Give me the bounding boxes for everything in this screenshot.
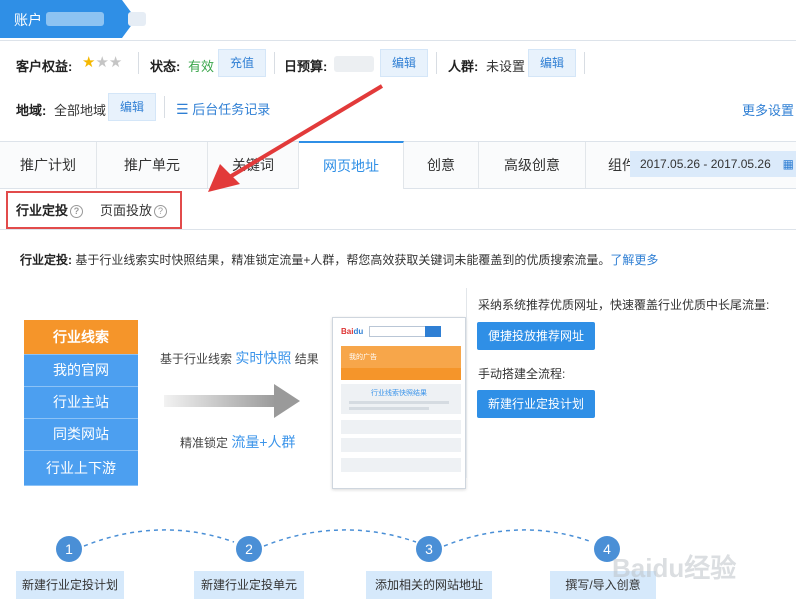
annotation-arrow-icon: [208, 84, 384, 192]
mock-result-block: [341, 438, 461, 452]
divider: [436, 52, 437, 74]
step-label: 添加相关的网站地址: [366, 571, 492, 599]
list-icon: ☰: [176, 101, 189, 117]
status-label: 状态:: [150, 59, 181, 74]
step-number: 3: [416, 536, 442, 562]
more-settings-link[interactable]: 更多设置: [742, 100, 794, 119]
help-icon[interactable]: ?: [70, 205, 84, 218]
search-result-mockup: Baidu 我的广告 行业线索快照结果: [332, 317, 466, 489]
step-number: 2: [236, 536, 262, 562]
account-extra-blurred: [128, 12, 146, 26]
divider: [164, 96, 165, 118]
account-label: 账户: [14, 12, 42, 28]
description: 行业定投: 基于行业线索实时快照结果，精准锁定流量+人群，帮您高效获取关键词未能…: [20, 251, 658, 268]
divider: [0, 40, 796, 41]
crowd-label: 人群:: [448, 59, 479, 74]
region-label: 地域:: [16, 103, 47, 118]
region-edit-button[interactable]: 编辑: [108, 93, 156, 121]
industry-item: 我的官网: [24, 355, 138, 387]
calendar-icon: ▦: [782, 157, 794, 171]
tab-advanced-creative[interactable]: 高级创意: [479, 142, 586, 188]
star-icon: ★: [82, 54, 96, 71]
illustration-note-2: 精准锁定 流量+人群: [180, 434, 296, 450]
mock-result-block: [341, 420, 461, 434]
star-icon: ★: [95, 54, 109, 71]
budget-value-blurred: [334, 56, 374, 72]
rights-label: 客户权益:: [16, 59, 73, 74]
subtab-page-label: 页面投放: [100, 203, 153, 218]
subtab-page-placement[interactable]: 页面投放?: [100, 200, 168, 219]
date-range-picker[interactable]: 2017.05.26 - 2017.05.26 ▦: [630, 151, 796, 177]
account-name-blurred: [46, 12, 104, 26]
mock-ad-block: 我的广告: [341, 346, 461, 380]
crowd-edit-button[interactable]: 编辑: [528, 49, 576, 77]
mock-ad-label: 我的广告: [349, 354, 377, 361]
illustration-note-1: 基于行业线索 实时快照 结果: [160, 350, 319, 366]
mock-search-button: [425, 326, 441, 337]
tab-creative[interactable]: 创意: [404, 142, 479, 188]
crowd-value: 未设置: [486, 59, 526, 74]
recharge-button[interactable]: 充值: [218, 49, 266, 77]
industry-item: 同类网站: [24, 419, 138, 451]
account-tab[interactable]: 账户: [0, 0, 136, 38]
new-industry-plan-button[interactable]: 新建行业定投计划: [477, 390, 595, 418]
steps-connector: [83, 529, 593, 547]
arrow-right-icon: [164, 384, 300, 418]
subtab-industry-targeting[interactable]: 行业定投?: [16, 200, 84, 219]
subtab-industry-label: 行业定投: [16, 203, 69, 218]
mock-result-block: [341, 458, 461, 472]
divider: [466, 288, 467, 478]
step-number: 1: [56, 536, 82, 562]
description-term: 行业定投:: [20, 253, 72, 267]
tab-campaign[interactable]: 推广计划: [0, 142, 97, 188]
tab-adgroup[interactable]: 推广单元: [97, 142, 208, 188]
divider: [138, 52, 139, 74]
step-label: 新建行业定投计划: [16, 571, 124, 599]
mock-result-label: 行业线索快照结果: [371, 390, 427, 397]
divider: [0, 229, 796, 230]
budget-edit-button[interactable]: 编辑: [380, 49, 428, 77]
divider: [274, 52, 275, 74]
industry-item: 行业线索: [24, 320, 138, 355]
help-icon[interactable]: ?: [154, 205, 168, 218]
recommend-url-button[interactable]: 便捷投放推荐网址: [477, 322, 595, 350]
status-value: 有效: [188, 59, 215, 74]
divider: [584, 52, 585, 74]
budget-label: 日预算:: [284, 59, 328, 74]
industry-item: 行业主站: [24, 387, 138, 419]
star-icon: ★: [108, 54, 123, 71]
baidu-logo-icon: Baidu: [341, 327, 364, 336]
region-value: 全部地域: [54, 103, 107, 118]
description-text: 基于行业线索实时快照结果，精准锁定流量+人群，帮您高效获取关键词未能覆盖到的优质…: [75, 253, 611, 267]
manual-text: 手动搭建全流程:: [478, 367, 566, 381]
step-label: 新建行业定投单元: [194, 571, 304, 599]
rights-stars: ★★★: [82, 53, 122, 71]
mock-result-block: 行业线索快照结果: [341, 384, 461, 414]
industry-item: 行业上下游: [24, 451, 138, 486]
date-range-value: 2017.05.26 - 2017.05.26: [640, 157, 771, 171]
watermark: Baidu经验: [612, 553, 737, 583]
recommend-text: 采纳系统推荐优质网址，快速覆盖行业优质中长尾流量:: [478, 298, 770, 312]
learn-more-link[interactable]: 了解更多: [610, 253, 658, 267]
